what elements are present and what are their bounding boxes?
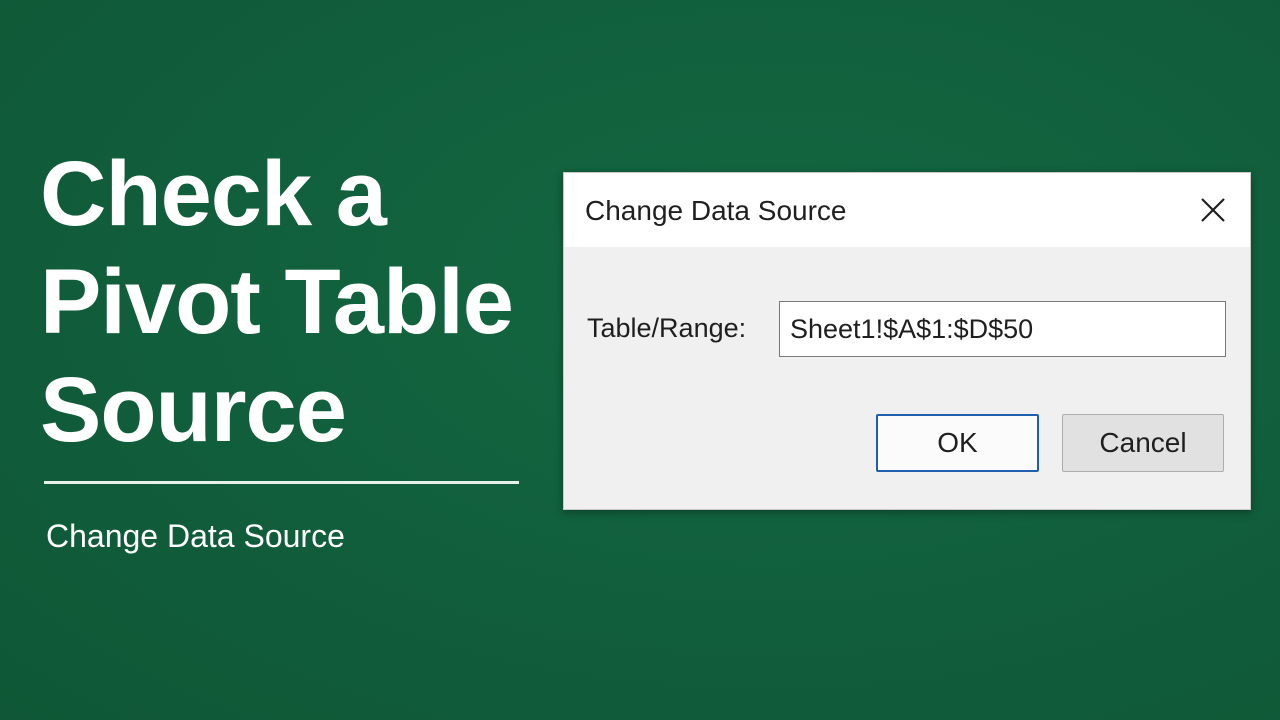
close-icon [1201, 198, 1225, 222]
table-range-label: Table/Range: [587, 313, 747, 343]
headline-line-3: Source [40, 359, 347, 461]
subtitle: Change Data Source [46, 518, 345, 554]
dialog-titlebar: Change Data Source [564, 173, 1250, 247]
ok-button[interactable]: OK [876, 414, 1039, 472]
dialog-title: Change Data Source [585, 195, 847, 226]
close-button[interactable] [1194, 191, 1232, 229]
divider [44, 481, 519, 484]
headline-line-2: Pivot Table [40, 251, 514, 353]
headline-line-1: Check a [40, 143, 387, 245]
cancel-button[interactable]: Cancel [1062, 414, 1224, 472]
change-data-source-dialog: Change Data Source Table/Range: OK Cance… [563, 172, 1251, 510]
table-range-input[interactable] [779, 301, 1226, 357]
headline: Check a Pivot Table Source [40, 140, 540, 464]
